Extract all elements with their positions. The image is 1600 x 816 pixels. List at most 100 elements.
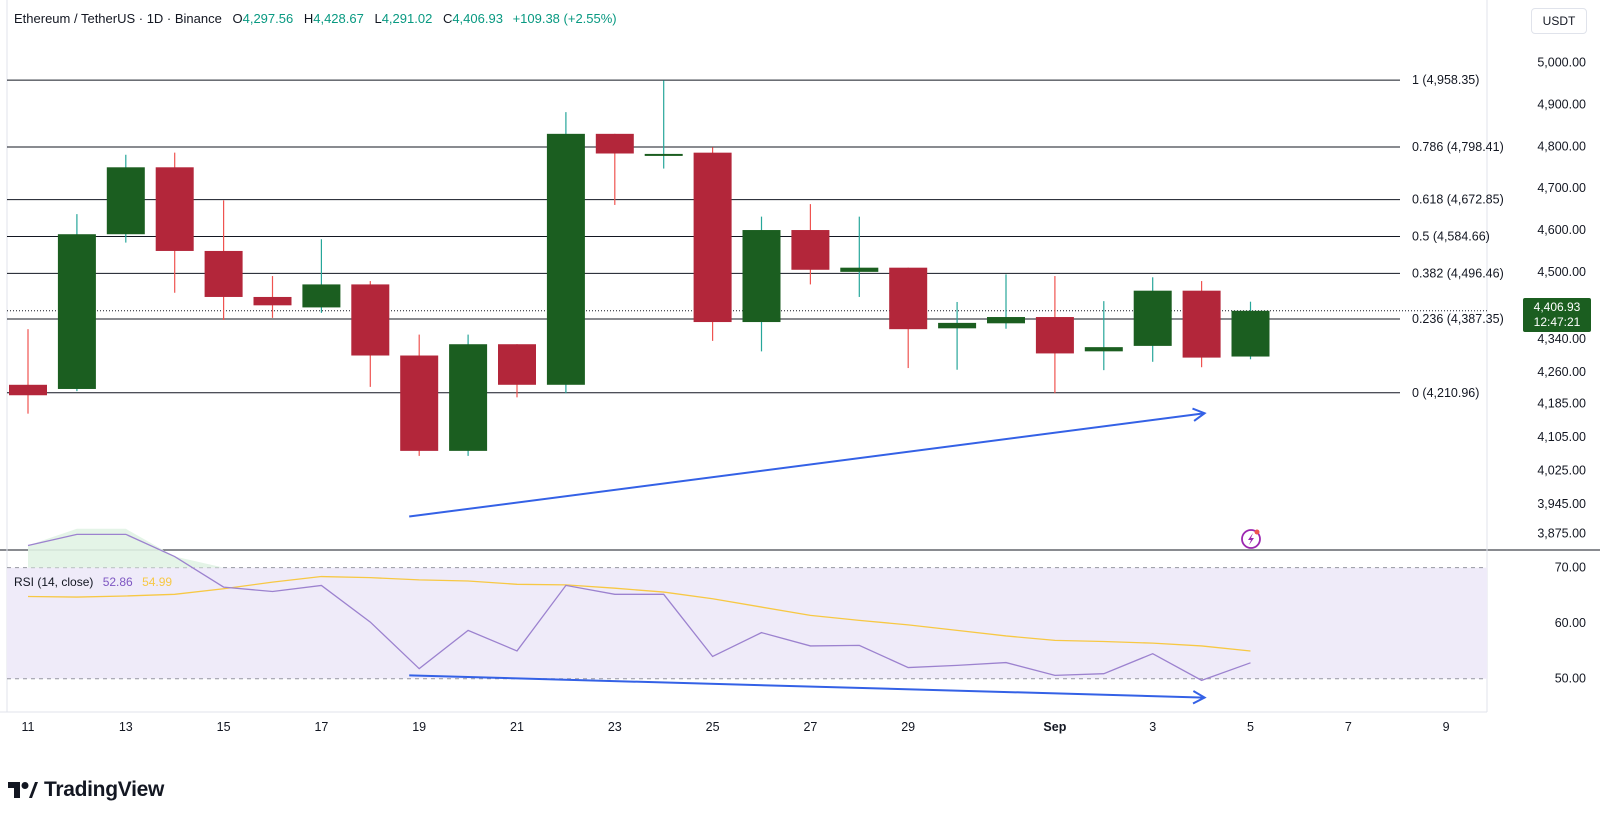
time-tick-label: 15 <box>217 720 231 734</box>
price-tick-label: 4,340.00 <box>1537 332 1586 346</box>
fib-level-label: 0.618 (4,672.85) <box>1412 193 1504 207</box>
candle-body <box>351 284 390 356</box>
open-value: 4,297.56 <box>242 11 294 26</box>
candle-body <box>155 167 194 251</box>
price-tick-label: 4,025.00 <box>1537 464 1586 478</box>
currency-button[interactable]: USDT <box>1531 8 1587 34</box>
candle <box>840 216 879 297</box>
tradingview-logo[interactable]: TradingView <box>8 778 164 802</box>
time-tick-label: 17 <box>314 720 328 734</box>
candle <box>302 239 341 313</box>
candle-body <box>644 153 683 156</box>
price-tick-label: 4,260.00 <box>1537 365 1586 379</box>
time-tick-label: 9 <box>1443 720 1450 734</box>
fib-level-label: 0.382 (4,496.46) <box>1412 266 1504 280</box>
candle <box>204 200 243 320</box>
current-price-label: 4,406.93 12:47:21 <box>1523 298 1591 332</box>
tradingview-logo-icon <box>8 782 38 798</box>
candle <box>791 204 830 285</box>
price-tick-label: 4,700.00 <box>1537 181 1586 195</box>
candle-body <box>742 230 781 323</box>
fib-level-label: 0.236 (4,387.35) <box>1412 312 1504 326</box>
time-tick-label: 21 <box>510 720 524 734</box>
candle-body <box>9 384 47 396</box>
candle-body <box>1133 290 1172 346</box>
event-marker-bolt <box>1248 533 1254 545</box>
symbol-title: Ethereum / TetherUS · 1D · Binance <box>14 11 222 26</box>
price-tick-label: 4,105.00 <box>1537 430 1586 444</box>
time-tick-label: 23 <box>608 720 622 734</box>
event-marker-dot <box>1254 529 1260 535</box>
fib-level-label: 0.5 (4,584.66) <box>1412 229 1490 243</box>
candle-body <box>400 355 439 451</box>
candle <box>595 133 634 205</box>
candle-body <box>449 344 488 451</box>
symbol-header: Ethereum / TetherUS · 1D · Binance O4,29… <box>14 11 617 26</box>
time-tick-label: 25 <box>706 720 720 734</box>
candle-body <box>204 250 243 297</box>
rsi-trend-arrow <box>409 674 1207 705</box>
low-label: L <box>374 11 382 26</box>
candle-body <box>791 230 830 270</box>
rsi-ma-value: 54.99 <box>142 575 173 589</box>
fib-level-label: 0.786 (4,798.41) <box>1412 140 1504 154</box>
candle-body <box>889 267 928 330</box>
lightning-icon <box>1241 529 1261 549</box>
time-tick-label: Sep <box>1043 720 1066 734</box>
arrow-shaft <box>409 674 1205 699</box>
candle <box>400 334 439 456</box>
price-tick-label: 4,600.00 <box>1537 223 1586 237</box>
open-label: O <box>232 11 243 26</box>
high-label: H <box>303 11 314 26</box>
close-value: 4,406.93 <box>452 11 503 26</box>
candle-body <box>1231 310 1270 357</box>
candlestick-series <box>9 80 1270 456</box>
rsi-band <box>7 567 1487 679</box>
candle <box>1133 277 1172 362</box>
fib-level-label: 1 (4,958.35) <box>1412 73 1479 87</box>
arrow-shaft <box>409 412 1205 518</box>
price-tick-label: 5,000.00 <box>1537 56 1586 70</box>
time-tick-label: 11 <box>22 720 35 734</box>
time-tick-label: 19 <box>412 720 426 734</box>
rsi-tick-label: 70.00 <box>1555 561 1586 575</box>
change-value: +109.38 (+2.55%) <box>512 11 617 26</box>
candle <box>938 301 977 370</box>
fib-level-label: 0 (4,210.96) <box>1412 386 1479 400</box>
candle <box>1182 281 1221 368</box>
candle <box>498 344 536 398</box>
candle <box>644 80 683 169</box>
candle-body <box>253 296 292 306</box>
time-tick-label: 29 <box>901 720 915 734</box>
chart-canvas[interactable]: 1 (4,958.35) 0.786 (4,798.41) 0.618 (4,672… <box>0 0 1600 816</box>
candle <box>1035 276 1074 394</box>
time-tick-label: 27 <box>803 720 817 734</box>
rsi-tick-label: 60.00 <box>1555 616 1586 630</box>
candle-body <box>1035 317 1074 354</box>
bar-countdown: 12:47:21 <box>1533 315 1581 329</box>
candle <box>106 154 145 243</box>
price-tick-label: 3,945.00 <box>1537 497 1586 511</box>
close-label: C <box>442 11 453 26</box>
candle <box>57 214 96 392</box>
rsi-legend: RSI (14, close) 52.86 54.99 <box>14 575 172 589</box>
high-value: 4,428.67 <box>313 11 364 26</box>
time-tick-label: 7 <box>1345 720 1352 734</box>
rsi-value: 52.86 <box>102 575 133 589</box>
current-price-value: 4,406.93 <box>1533 300 1581 314</box>
candle-body <box>840 267 879 272</box>
candle-body <box>987 317 1025 324</box>
candle <box>351 281 390 387</box>
candle-body <box>693 152 732 323</box>
candle <box>449 334 488 456</box>
candle-body <box>57 234 96 389</box>
candle-body <box>938 322 977 329</box>
rsi-legend-name: RSI (14, close) <box>14 575 94 589</box>
rsi-pane <box>7 528 1487 682</box>
time-tick-label: 3 <box>1149 720 1156 734</box>
price-tick-label: 4,900.00 <box>1537 98 1586 112</box>
candle-body <box>546 133 585 385</box>
price-tick-label: 4,500.00 <box>1537 265 1586 279</box>
price-tick-label: 4,185.00 <box>1537 397 1586 411</box>
candle-body <box>302 284 341 308</box>
